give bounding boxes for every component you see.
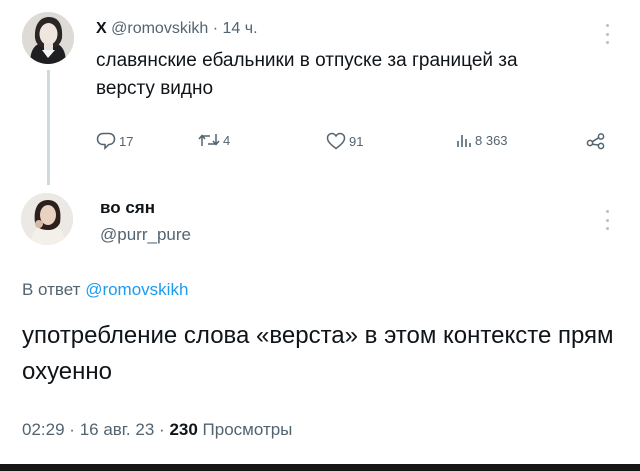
like-count: 91 xyxy=(349,133,364,149)
meta-separator: · xyxy=(159,420,165,439)
bottom-border-bar xyxy=(0,464,640,471)
parent-tweet-header: X @romovskikh · 14 ч. xyxy=(96,20,258,38)
reply-author-name[interactable]: во сян xyxy=(100,198,155,218)
retweet-icon xyxy=(198,134,220,146)
retweet-button[interactable]: 4 xyxy=(198,132,230,148)
like-button[interactable]: 91 xyxy=(326,132,363,150)
reply-views-count: 230 xyxy=(169,420,198,439)
like-icon xyxy=(326,132,346,150)
parent-tweet-actions: 17 4 91 8 363 xyxy=(96,132,616,156)
reply-tweet-date[interactable]: 16 авг. 23 xyxy=(80,420,155,439)
thread-connector-line xyxy=(47,70,50,185)
parent-author-name[interactable]: X xyxy=(96,20,107,37)
more-icon[interactable] xyxy=(604,210,610,230)
reply-author-handle[interactable]: @purr_pure xyxy=(100,225,191,245)
reply-icon xyxy=(96,132,116,150)
header-separator: · xyxy=(212,20,219,37)
views-button[interactable]: 8 363 xyxy=(456,132,508,148)
reply-tweet-time[interactable]: 02:29 xyxy=(22,420,65,439)
reply-count: 17 xyxy=(119,133,134,149)
retweet-count: 4 xyxy=(223,132,231,148)
reply-prefix: В ответ xyxy=(22,280,81,299)
reply-avatar[interactable] xyxy=(21,193,73,245)
views-icon xyxy=(457,135,471,147)
reply-button[interactable]: 17 xyxy=(96,132,133,150)
reply-views-label: Просмотры xyxy=(202,420,293,439)
parent-tweet-text: славянские ебальники в отпуске за границ… xyxy=(96,50,518,99)
tweet-thread: X @romovskikh · 14 ч. славянские ебальни… xyxy=(0,0,640,471)
reply-context: В ответ @romovskikh xyxy=(22,280,188,300)
parent-avatar[interactable] xyxy=(22,12,74,64)
parent-tweet-time[interactable]: 14 ч. xyxy=(223,20,258,37)
meta-separator: · xyxy=(69,420,75,439)
parent-author-handle[interactable]: @romovskikh xyxy=(111,20,208,37)
more-icon[interactable] xyxy=(604,24,610,44)
reply-to-handle-link[interactable]: @romovskikh xyxy=(85,280,188,299)
reply-tweet-meta: 02:29 · 16 авг. 23 · 230 Просмотры xyxy=(22,420,292,440)
reply-tweet-text: употребление слова «верста» в этом конте… xyxy=(22,322,614,385)
share-icon xyxy=(586,133,605,150)
share-button[interactable] xyxy=(586,132,606,150)
views-count: 8 363 xyxy=(475,132,508,148)
